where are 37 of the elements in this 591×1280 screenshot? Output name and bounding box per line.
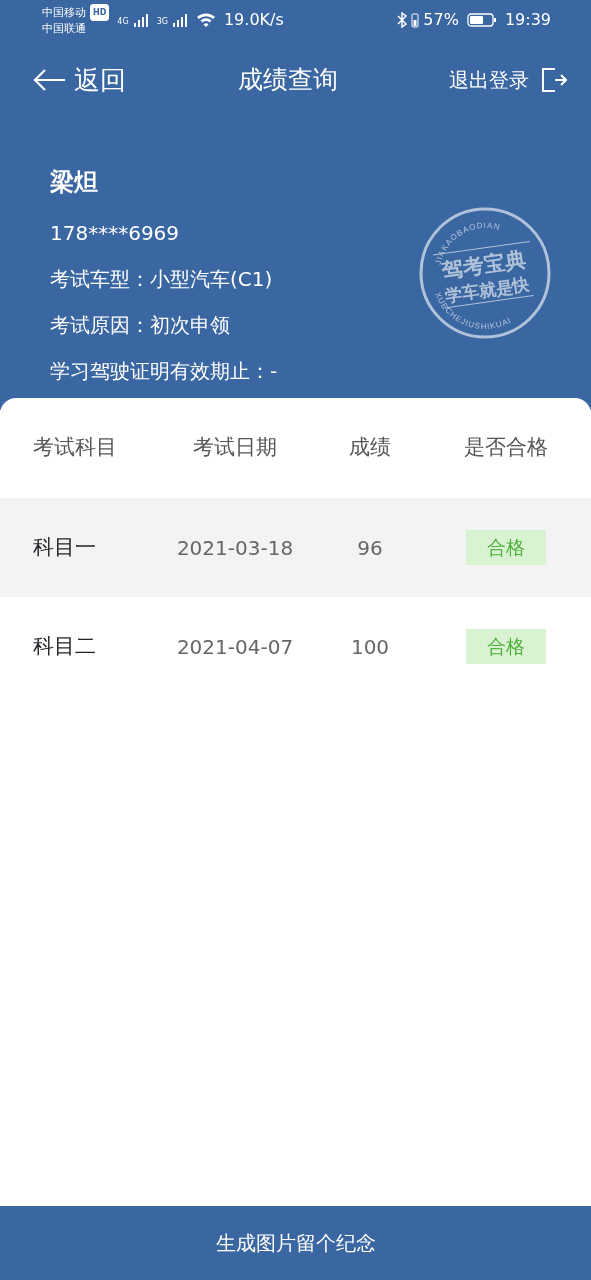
battery-icon	[466, 12, 497, 28]
profile-field: 考试车型：小型汽车(C1)	[50, 264, 273, 294]
signal-icon	[132, 12, 149, 28]
carrier-name: 中国联通	[42, 21, 87, 36]
column-header: 考试日期	[192, 434, 278, 462]
bluetooth-icon	[397, 12, 408, 28]
network-label: 3G	[156, 16, 168, 28]
phone-number: 178****6969	[50, 220, 180, 247]
table-cell-text: 科目二	[32, 632, 97, 660]
column-header: 成绩	[348, 434, 392, 462]
signal-icon	[171, 12, 188, 28]
wifi-icon	[195, 12, 216, 28]
network-speed: 19.0K/s	[223, 9, 284, 31]
result-tag: 合格	[465, 530, 546, 565]
result-tag: 合格	[465, 629, 546, 664]
column-header: 考试科目	[32, 434, 118, 462]
table-cell-text: 2021-03-18	[175, 534, 295, 562]
profile-field: 考试原因：初次申领	[50, 310, 230, 340]
column-header: 是否合格	[462, 434, 549, 462]
profile-field: 学习驾驶证明有效期止：-	[50, 356, 278, 386]
hd-label: HD	[90, 4, 110, 21]
network-label: 4G	[117, 16, 129, 28]
table-cell-text: 100	[349, 633, 391, 661]
user-name: 梁炟	[50, 167, 98, 198]
page-title: 成绩查询	[237, 64, 338, 97]
table-cell-text: 2021-04-07	[175, 633, 295, 661]
table-cell-text: 96	[356, 534, 384, 562]
back-button[interactable]: 返回	[32, 60, 126, 100]
battery-percent: 57%	[423, 9, 459, 31]
back-arrow-icon	[32, 68, 66, 92]
battery-saver-icon	[411, 12, 420, 28]
logout-icon	[541, 68, 567, 92]
carrier-name: 中国移动	[42, 5, 86, 20]
clock: 19:39	[504, 9, 551, 31]
table-cell-text: 科目一	[32, 533, 97, 561]
generate-image-button[interactable]: 生成图片留个纪念	[0, 1206, 591, 1280]
logout-button[interactable]: 退出登录	[449, 65, 567, 95]
